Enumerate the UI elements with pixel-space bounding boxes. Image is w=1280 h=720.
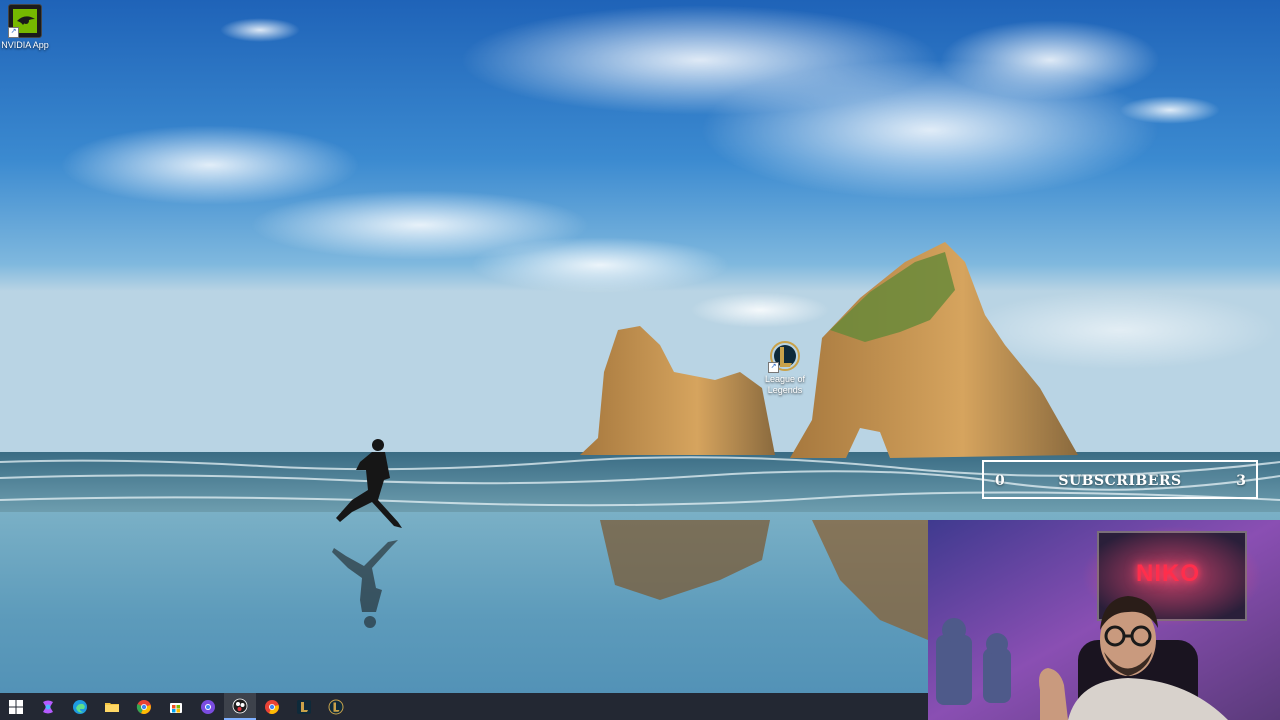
taskbar-edge[interactable] <box>64 693 96 720</box>
taskbar-chrome-profile-2[interactable] <box>256 693 288 720</box>
taskbar-microsoft-store[interactable] <box>160 693 192 720</box>
league-of-legends-taskbar-icon <box>328 699 344 714</box>
league-client-icon <box>297 699 311 714</box>
shortcut-arrow-icon: ↗ <box>8 27 19 38</box>
edge-icon <box>73 699 87 714</box>
desktop-icon-nvidia-app[interactable]: ↗ NVIDIA App <box>0 4 60 51</box>
taskbar-obs-studio[interactable] <box>224 693 256 720</box>
taskbar-league-of-legends[interactable] <box>320 693 352 720</box>
copilot-icon <box>43 700 53 713</box>
chrome-profile-2-icon <box>265 699 279 714</box>
desktop-icon-league-of-legends[interactable]: ↗ League of Legends <box>750 340 820 396</box>
subscriber-counter-right-value: 3 <box>1236 473 1246 489</box>
neon-sign: NIKO <box>1136 560 1200 587</box>
league-of-legends-icon: ↗ <box>768 340 801 373</box>
webcam-overlay: NIKO <box>928 520 1280 720</box>
microsoft-store-icon <box>170 702 182 713</box>
taskbar <box>0 693 928 720</box>
subscriber-counter-label: SUBSCRIBERS <box>1058 473 1182 489</box>
taskbar-chrome[interactable] <box>128 693 160 720</box>
taskbar-league-client[interactable] <box>288 693 320 720</box>
taskbar-chrome-profile[interactable] <box>192 693 224 720</box>
windows-start-icon <box>9 699 23 714</box>
chrome-icon <box>136 699 151 714</box>
obs-studio-icon <box>232 698 248 713</box>
file-explorer-icon <box>105 702 119 712</box>
shortcut-arrow-icon: ↗ <box>768 362 779 373</box>
taskbar-file-explorer[interactable] <box>96 693 128 720</box>
chrome-profile-icon <box>201 699 215 714</box>
desktop-icon-label: League of Legends <box>764 374 806 395</box>
nvidia-app-icon: ↗ <box>8 4 42 38</box>
start-button[interactable] <box>0 693 32 720</box>
taskbar-copilot[interactable] <box>32 693 64 720</box>
desktop-icon-label: NVIDIA App <box>1 40 49 50</box>
subscriber-counter-overlay: 0 SUBSCRIBERS 3 <box>982 460 1258 499</box>
